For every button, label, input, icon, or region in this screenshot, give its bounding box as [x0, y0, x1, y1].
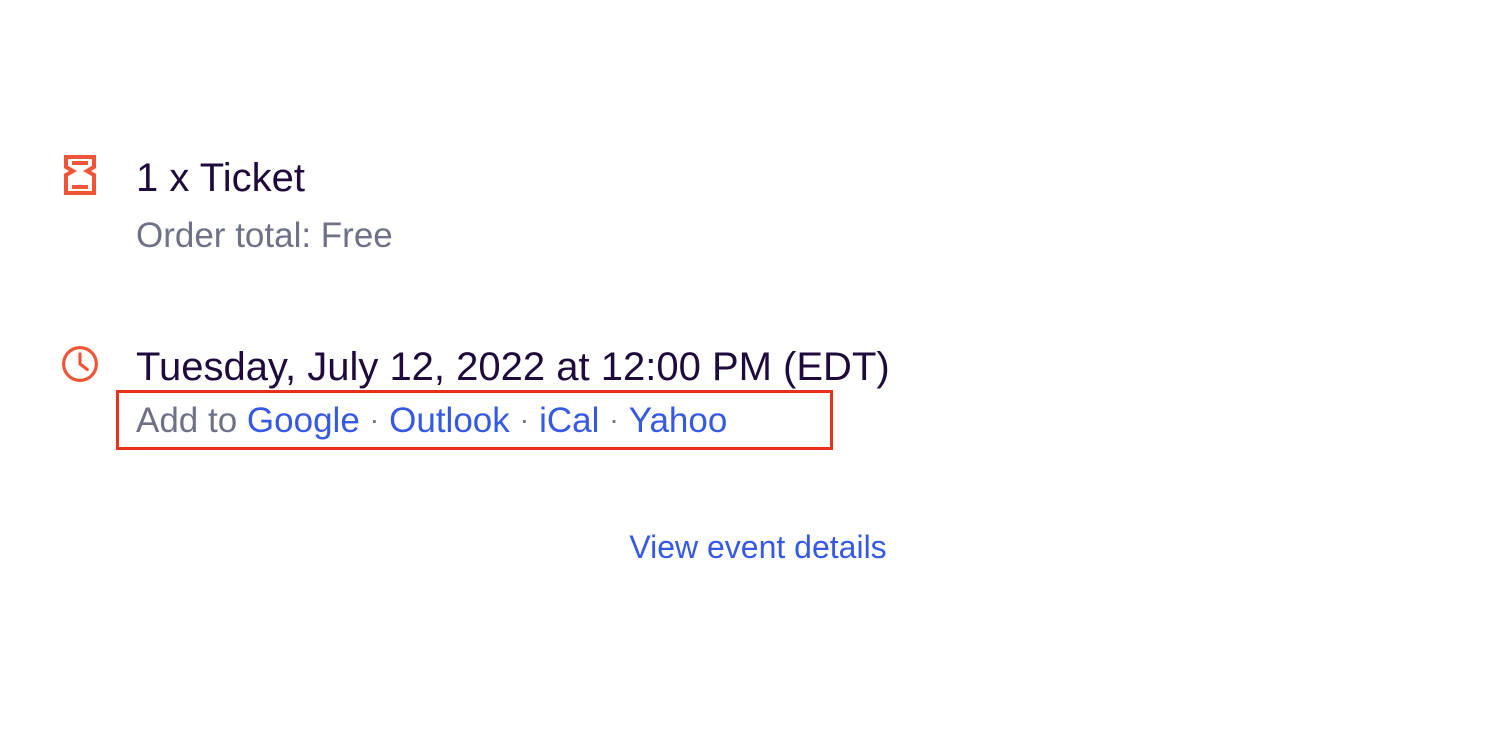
event-datetime: Tuesday, July 12, 2022 at 12:00 PM (EDT) [136, 345, 890, 389]
view-event-details-link[interactable]: View event details [629, 529, 886, 565]
yahoo-calendar-link[interactable]: Yahoo [629, 401, 728, 440]
ticket-summary: 1 x Ticket Order total: Free [60, 155, 393, 257]
separator: · [369, 404, 380, 435]
ticket-icon [60, 155, 100, 195]
separator: · [609, 404, 619, 435]
add-to-calendar: Add to Google · Outlook · iCal · Yahoo [116, 390, 890, 450]
event-datetime-section: Tuesday, July 12, 2022 at 12:00 PM (EDT)… [60, 344, 890, 450]
ticket-quantity: 1 x Ticket [136, 156, 305, 200]
ical-calendar-link[interactable]: iCal [539, 401, 599, 440]
view-details-container: View event details [0, 527, 1485, 567]
separator: · [519, 404, 530, 435]
order-total: Order total: Free [136, 216, 393, 255]
calendar-links: Add to Google · Outlook · iCal · Yahoo [116, 390, 833, 450]
outlook-calendar-link[interactable]: Outlook [389, 401, 510, 440]
clock-icon [60, 344, 100, 384]
add-to-label: Add to [136, 401, 247, 440]
google-calendar-link[interactable]: Google [247, 401, 360, 440]
